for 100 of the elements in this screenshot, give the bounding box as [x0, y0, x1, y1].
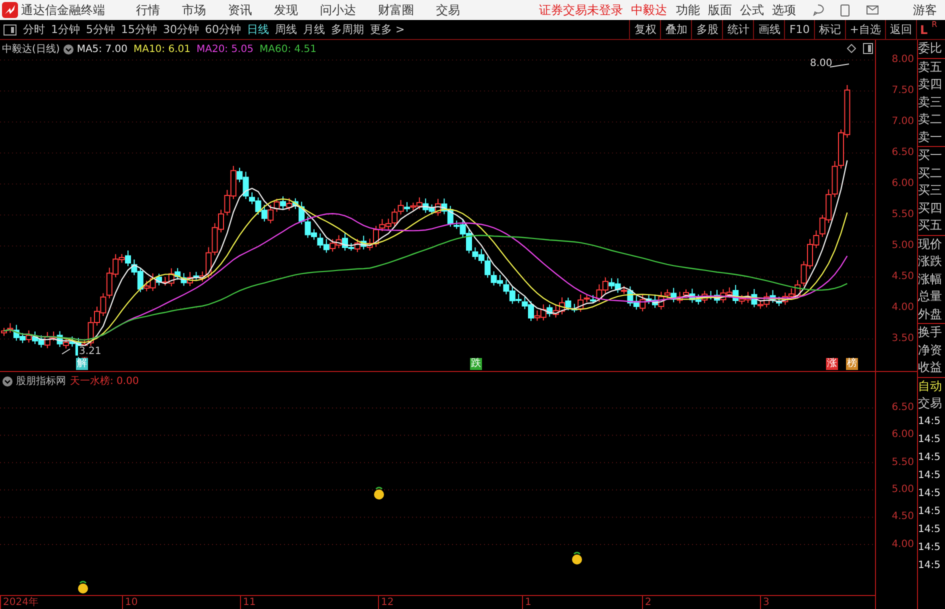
trade-time: 14:5	[918, 540, 942, 554]
axis-label: 5.00	[892, 482, 914, 497]
period-tab[interactable]: 日线	[244, 22, 272, 37]
trade-time: 14:5	[918, 486, 942, 500]
menu-item[interactable]: 公式	[740, 2, 764, 18]
indicator-value: MA60: 4.51	[260, 44, 317, 54]
diamond-icon	[847, 44, 856, 53]
period-tab[interactable]: 5分钟	[83, 22, 118, 37]
quote-label: 委比	[918, 40, 944, 57]
quote-label: 外盘	[918, 306, 944, 322]
menu-item[interactable]: 选项	[772, 2, 796, 18]
signal-tag: 榜	[846, 358, 858, 370]
trade-time: 14:5	[918, 468, 942, 482]
quote-label: 现价	[918, 236, 944, 252]
trade-time: 14:5	[918, 522, 942, 536]
trade-time: 14:5	[918, 558, 942, 572]
period-tab[interactable]: 1分钟	[48, 22, 83, 37]
phone-icon	[840, 4, 850, 16]
axis-label: 3	[760, 596, 770, 609]
quote-label: 收益	[918, 359, 944, 376]
panel-toggle-icon	[863, 43, 873, 54]
period-tab[interactable]: 月线	[300, 22, 328, 37]
left-panel-toggle[interactable]: L	[920, 23, 928, 37]
trade-time: 14:5	[918, 414, 942, 428]
quote-label: 买四	[918, 200, 944, 216]
menu-item[interactable]: 问小达	[320, 2, 356, 18]
period-tab[interactable]: 周线	[272, 22, 300, 37]
period-tab[interactable]: 60分钟	[202, 22, 244, 37]
menu-item[interactable]: 财富圈	[378, 2, 414, 18]
trade-label: 交易	[918, 395, 944, 412]
axis-label: 4.00	[892, 538, 914, 552]
dropdown-icon	[2, 376, 13, 386]
indicator-value: 天一水榜: 0.00	[70, 374, 139, 388]
axis-label: 5.50	[892, 208, 914, 222]
axis-label: 4.50	[892, 510, 914, 524]
quote-label: 涨幅	[918, 270, 944, 288]
period-tab[interactable]: 多周期	[328, 22, 367, 37]
axis-label: 1	[522, 596, 532, 609]
quote-label: 卖二	[918, 111, 944, 128]
axis-label: 4.00	[892, 301, 914, 315]
quote-label: 买五	[918, 217, 944, 234]
auto-label[interactable]: 自动	[918, 378, 945, 395]
trade-time: 14:5	[918, 450, 942, 464]
period-tab[interactable]: 更多 >	[367, 22, 408, 37]
axis-label: 6.00	[892, 428, 914, 442]
quote-label: 换手	[918, 324, 944, 341]
fruit-icon	[571, 551, 583, 565]
signal-tag: 涨	[826, 358, 838, 370]
indicator-value: MA20: 5.05	[196, 44, 254, 54]
mail-icon	[866, 5, 879, 15]
period-tab[interactable]: 30分钟	[160, 22, 202, 37]
axis-label: 5.00	[892, 239, 914, 253]
signal-tag: 跌	[470, 358, 482, 370]
quote-label: 卖一	[918, 128, 944, 146]
indicator-value: MA10: 6.01	[133, 44, 190, 54]
axis-label: 3.50	[892, 332, 914, 346]
leader-line	[62, 348, 70, 354]
menu-item[interactable]: 行情	[136, 2, 160, 18]
dropdown-icon	[62, 44, 74, 54]
menu-item[interactable]: 功能	[676, 2, 700, 18]
axis-label: 2024年	[0, 596, 38, 609]
stock-name: 中毅达	[631, 2, 667, 18]
axis-label: 8.00	[892, 53, 914, 67]
axis-label: 6.00	[892, 177, 914, 191]
right-panel-toggle[interactable]: R	[932, 20, 938, 29]
indicator-title: 股朋指标网	[16, 374, 66, 388]
fruit-icon	[373, 486, 385, 500]
axis-label: 7.50	[892, 84, 914, 98]
axis-label: 7.00	[892, 115, 914, 129]
trade-time: 14:5	[918, 504, 942, 518]
indicator-value: MA5: 7.00	[76, 44, 128, 54]
period-tab[interactable]: 分时	[20, 22, 48, 37]
axis-label: 2	[642, 596, 652, 609]
axis-label: 12	[378, 596, 394, 609]
axis-label: 11	[240, 596, 256, 609]
menu-item[interactable]: 资讯	[228, 2, 252, 18]
menu-item[interactable]: 市场	[182, 2, 206, 18]
chart-title: 中毅达(日线)	[2, 42, 60, 56]
signal-tag: 解	[76, 358, 88, 370]
axis-label: 10	[122, 596, 138, 609]
axis-label: 6.50	[892, 146, 914, 160]
user-name[interactable]: 游客	[913, 2, 937, 18]
menu-item[interactable]: 发现	[274, 2, 298, 18]
axis-label: 5.50	[892, 456, 914, 470]
login-status[interactable]: 证券交易未登录	[539, 2, 623, 18]
menu-item[interactable]: 交易	[436, 2, 460, 18]
quote-label: 总量	[918, 288, 944, 305]
quote-label: 买二	[918, 164, 944, 182]
chat-icon	[812, 4, 824, 16]
period-tab[interactable]: 15分钟	[118, 22, 160, 37]
axis-label: 4.50	[892, 270, 914, 284]
price-label: 3.21	[78, 346, 102, 357]
panel-toggle-icon	[3, 24, 17, 36]
leader-line	[830, 64, 850, 68]
quote-label: 卖五	[918, 58, 944, 76]
menu-item[interactable]: 版面	[708, 2, 732, 18]
quote-label: 涨跌	[918, 253, 944, 270]
price-label: 8.00	[810, 58, 832, 69]
app-title: 通达信金融终端	[21, 2, 105, 18]
trade-time: 14:5	[918, 432, 942, 446]
